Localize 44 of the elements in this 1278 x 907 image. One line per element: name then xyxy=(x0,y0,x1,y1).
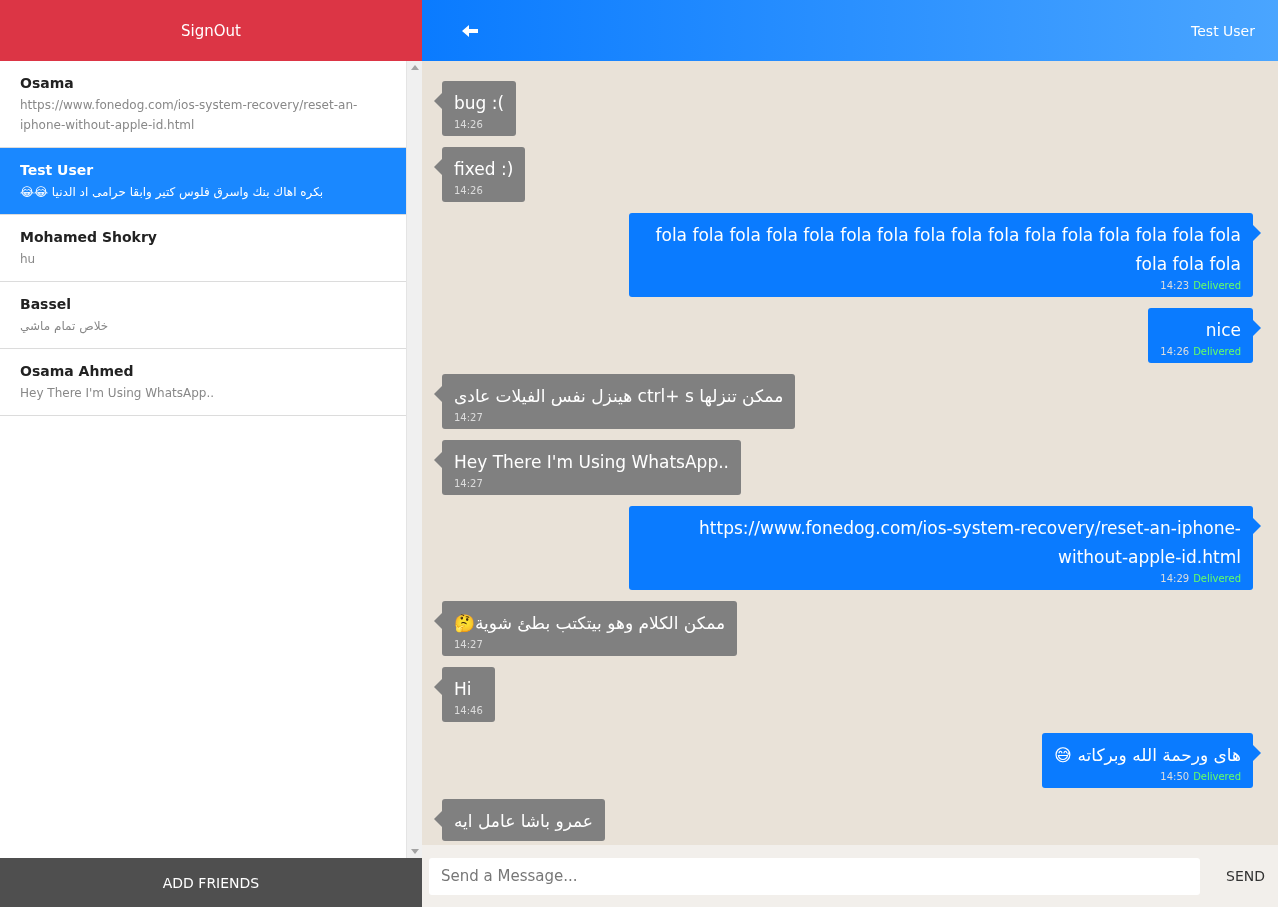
contact-preview: https://www.fonedog.com/ios-system-recovery/reset-an-iphone-without-apple-id.html xyxy=(20,97,359,134)
send-button[interactable]: SEND xyxy=(1200,856,1278,896)
contact-name: Osama xyxy=(20,75,75,91)
message-time: 14:27 xyxy=(454,411,483,424)
message-time: 14:26 xyxy=(1160,345,1190,358)
contact-name: Bassel xyxy=(20,296,73,312)
scroll-up-arrow-icon[interactable] xyxy=(410,65,419,70)
message-text: fola fola fola fola fola fola fola fola fola fola fola fola fola fola fola fola fola fola fola xyxy=(654,224,1241,276)
delivery-status: Delivered xyxy=(1193,345,1241,358)
message-text: https://www.fonedog.com/ios-system-recovery/reset-an-iphone-without-apple-id.html xyxy=(698,517,1241,569)
message-text: fixed :) xyxy=(454,158,514,181)
message-time: 14:27 xyxy=(454,638,483,651)
message-time: 14:26 xyxy=(454,184,483,197)
contact-name: Mohamed Shokry xyxy=(20,229,158,245)
message-time: 14:26 xyxy=(454,118,483,131)
message-time: 14:50 xyxy=(1160,770,1190,783)
message-time: 14:29 xyxy=(1160,572,1190,585)
message-text: bug :( xyxy=(454,92,505,115)
contact-preview: hu xyxy=(20,251,37,268)
contact-preview: Hey There I'm Using WhatsApp.. xyxy=(20,385,216,402)
message-text: Hey There I'm Using WhatsApp.. xyxy=(454,451,729,474)
chat-title: Test User xyxy=(1191,22,1255,39)
message-text: 🤔ممكن الكلام وهو بيتكتب بطئ شوية xyxy=(454,612,726,635)
contact-preview: خلاص تمام ماشي xyxy=(20,318,110,336)
message-text: Hi xyxy=(454,678,473,701)
back-arrow-icon[interactable] xyxy=(462,24,478,37)
message-input-field[interactable]: Send a Message... xyxy=(429,857,1200,895)
signout-button[interactable]: SignOut xyxy=(0,0,422,61)
scrollbar[interactable] xyxy=(406,61,422,858)
message-text: عمرو باشا عامل ايه xyxy=(454,810,593,833)
delivery-status: Delivered xyxy=(1193,279,1241,292)
contact-name: Test User xyxy=(20,162,95,178)
delivery-status: Delivered xyxy=(1193,572,1241,585)
message-text: 😅 هاى ورحمة الله وبركاته xyxy=(1054,744,1241,767)
delivery-status: Delivered xyxy=(1193,770,1241,783)
message-time: 14:23 xyxy=(1160,279,1190,292)
contact-preview: 😂😂 بكره اهاك بنك واسرق فلوس كتير وابقا حرامى اد الدنيا xyxy=(20,184,325,202)
message-time: 14:46 xyxy=(454,704,483,717)
message-time: 14:27 xyxy=(454,477,483,490)
add-friends-button[interactable]: ADD FRIENDS xyxy=(0,858,422,907)
scroll-down-arrow-icon[interactable] xyxy=(410,849,419,854)
message-text: nice xyxy=(1204,319,1241,342)
contact-name: Osama Ahmed xyxy=(20,363,135,379)
message-text: هينزل نفس الفيلات عادى ctrl+ s ممكن تنزلها xyxy=(454,385,784,409)
